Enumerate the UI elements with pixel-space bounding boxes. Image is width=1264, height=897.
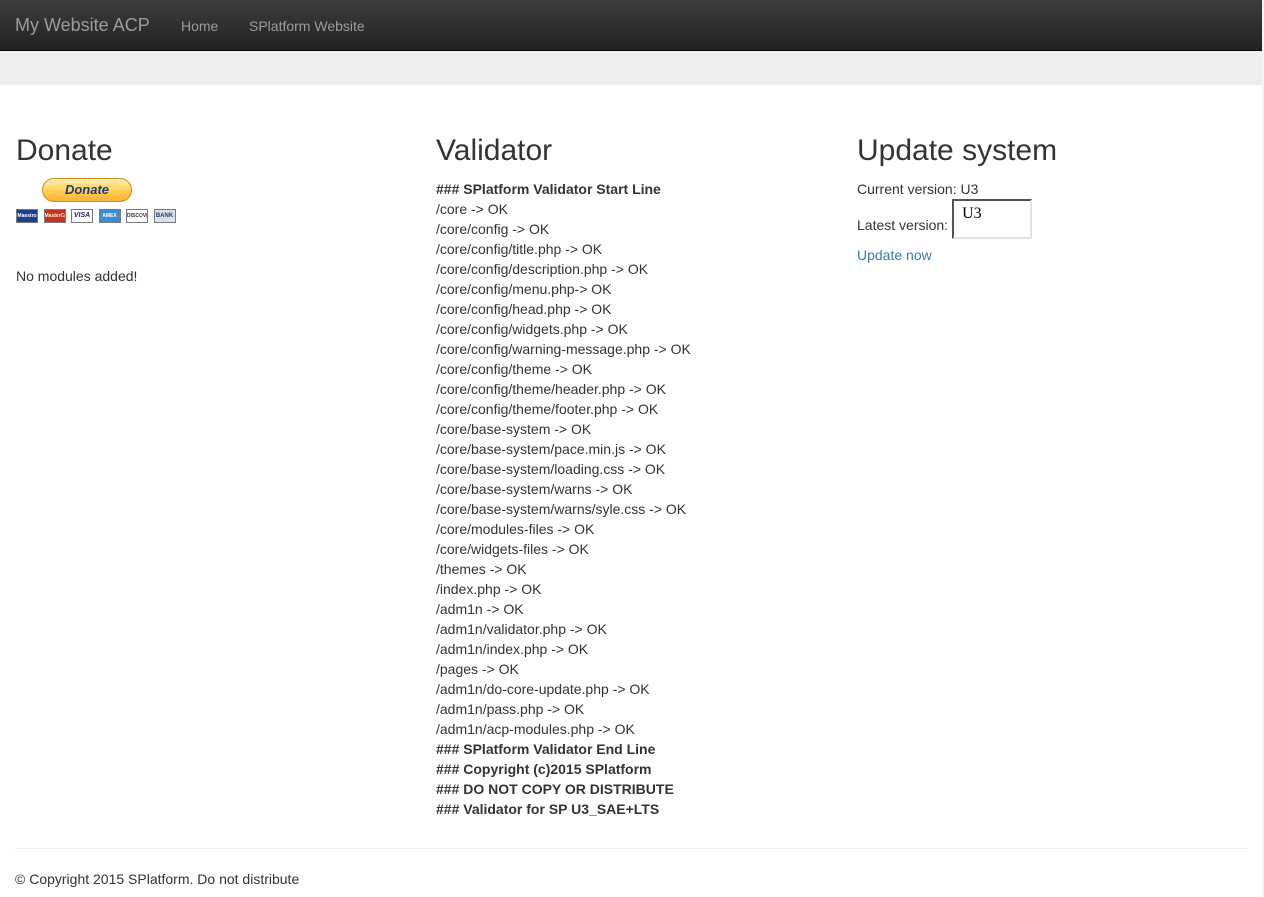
validator-line: /core -> OK	[436, 201, 508, 217]
validator-line: /adm1n/do-core-update.php -> OK	[436, 681, 650, 697]
latest-version-field[interactable]	[952, 199, 1033, 239]
validator-heading: Validator	[436, 134, 553, 167]
footer-copyright: © Copyright 2015 SPlatform. Do not distr…	[15, 871, 300, 887]
validator-line: /core/config/theme -> OK	[436, 361, 593, 377]
donate-heading: Donate	[16, 134, 113, 167]
validator-line: ### Copyright (c)2015 SPlatform	[436, 761, 652, 777]
validator-line: /core/base-system/warns/syle.css -> OK	[436, 501, 687, 517]
validator-line: /core/base-system/loading.css -> OK	[436, 461, 666, 477]
validator-line: /core/config/title.php -> OK	[436, 241, 603, 257]
validator-line: /core/base-system/pace.min.js -> OK	[436, 441, 666, 457]
maestro-card-icon: Maestro	[16, 209, 38, 223]
update-column: Update system Current version: U3 Latest…	[857, 133, 1247, 265]
update-heading: Update system	[857, 134, 1058, 167]
validator-line: ### SPlatform Validator Start Line	[436, 181, 661, 197]
amex-card-icon: AMEX	[98, 209, 121, 223]
top-navbar: My Website ACP Home SPlatform Website	[0, 0, 1262, 51]
discover-card-icon: DISCOVER	[126, 209, 148, 223]
validator-line: /core/base-system -> OK	[436, 421, 592, 437]
validator-line: /core/base-system/warns -> OK	[436, 481, 633, 497]
paypal-donate: Donate Maestro MasterCard VISA AMEX DISC…	[16, 178, 176, 226]
bank-card-icon: BANK	[153, 209, 176, 223]
brand-link[interactable]: My Website ACP	[15, 15, 150, 35]
validator-line: /core/config -> OK	[436, 221, 550, 237]
validator-output: ### SPlatform Validator Start Line/core …	[436, 179, 836, 819]
validator-line: /core/config/menu.php-> OK	[436, 281, 612, 297]
update-now-link[interactable]: Update now	[857, 245, 1247, 265]
validator-line: /index.php -> OK	[436, 581, 542, 597]
validator-line: /adm1n/index.php -> OK	[436, 641, 589, 657]
validator-line: ### DO NOT COPY OR DISTRIBUTE	[436, 781, 674, 797]
validator-line: /adm1n/pass.php -> OK	[436, 701, 585, 717]
payment-cards: Maestro MasterCard VISA AMEX DISCOVER BA…	[16, 209, 181, 223]
validator-line: /core/config/widgets.php -> OK	[436, 321, 628, 337]
validator-line: /core/config/description.php -> OK	[436, 261, 649, 277]
mastercard-icon: MasterCard	[43, 209, 66, 223]
footer-divider	[15, 848, 1248, 849]
nav-link-home[interactable]: Home	[181, 16, 218, 36]
validator-line: /core/config/head.php -> OK	[436, 301, 612, 317]
validator-line: ### Validator for SP U3_SAE+LTS	[436, 801, 660, 817]
validator-line: /core/modules-files -> OK	[436, 521, 595, 537]
validator-line: /core/config/theme/footer.php -> OK	[436, 401, 659, 417]
validator-line: /pages -> OK	[436, 661, 519, 677]
validator-column: Validator ### SPlatform Validator Start …	[436, 133, 836, 819]
header-band	[0, 51, 1262, 85]
donate-column: Donate Donate Maestro MasterCard VISA AM…	[16, 133, 416, 286]
validator-line: /themes -> OK	[436, 561, 527, 577]
current-version: Current version: U3	[857, 181, 979, 197]
latest-version-label: Latest version:	[857, 217, 949, 233]
validator-line: ### SPlatform Validator End Line	[436, 741, 656, 757]
validator-line: /core/config/theme/header.php -> OK	[436, 381, 666, 397]
validator-line: /adm1n/acp-modules.php -> OK	[436, 721, 635, 737]
nav-link-splatform-website[interactable]: SPlatform Website	[249, 16, 365, 36]
visa-card-icon: VISA	[71, 209, 93, 223]
validator-line: /core/widgets-files -> OK	[436, 541, 589, 557]
validator-line: /adm1n -> OK	[436, 601, 524, 617]
validator-line: /core/config/warning-message.php -> OK	[436, 341, 691, 357]
no-modules-text: No modules added!	[16, 268, 138, 284]
validator-line: /adm1n/validator.php -> OK	[436, 621, 607, 637]
latest-version-row: Latest version:	[857, 199, 1247, 239]
donate-button[interactable]: Donate	[42, 178, 132, 202]
